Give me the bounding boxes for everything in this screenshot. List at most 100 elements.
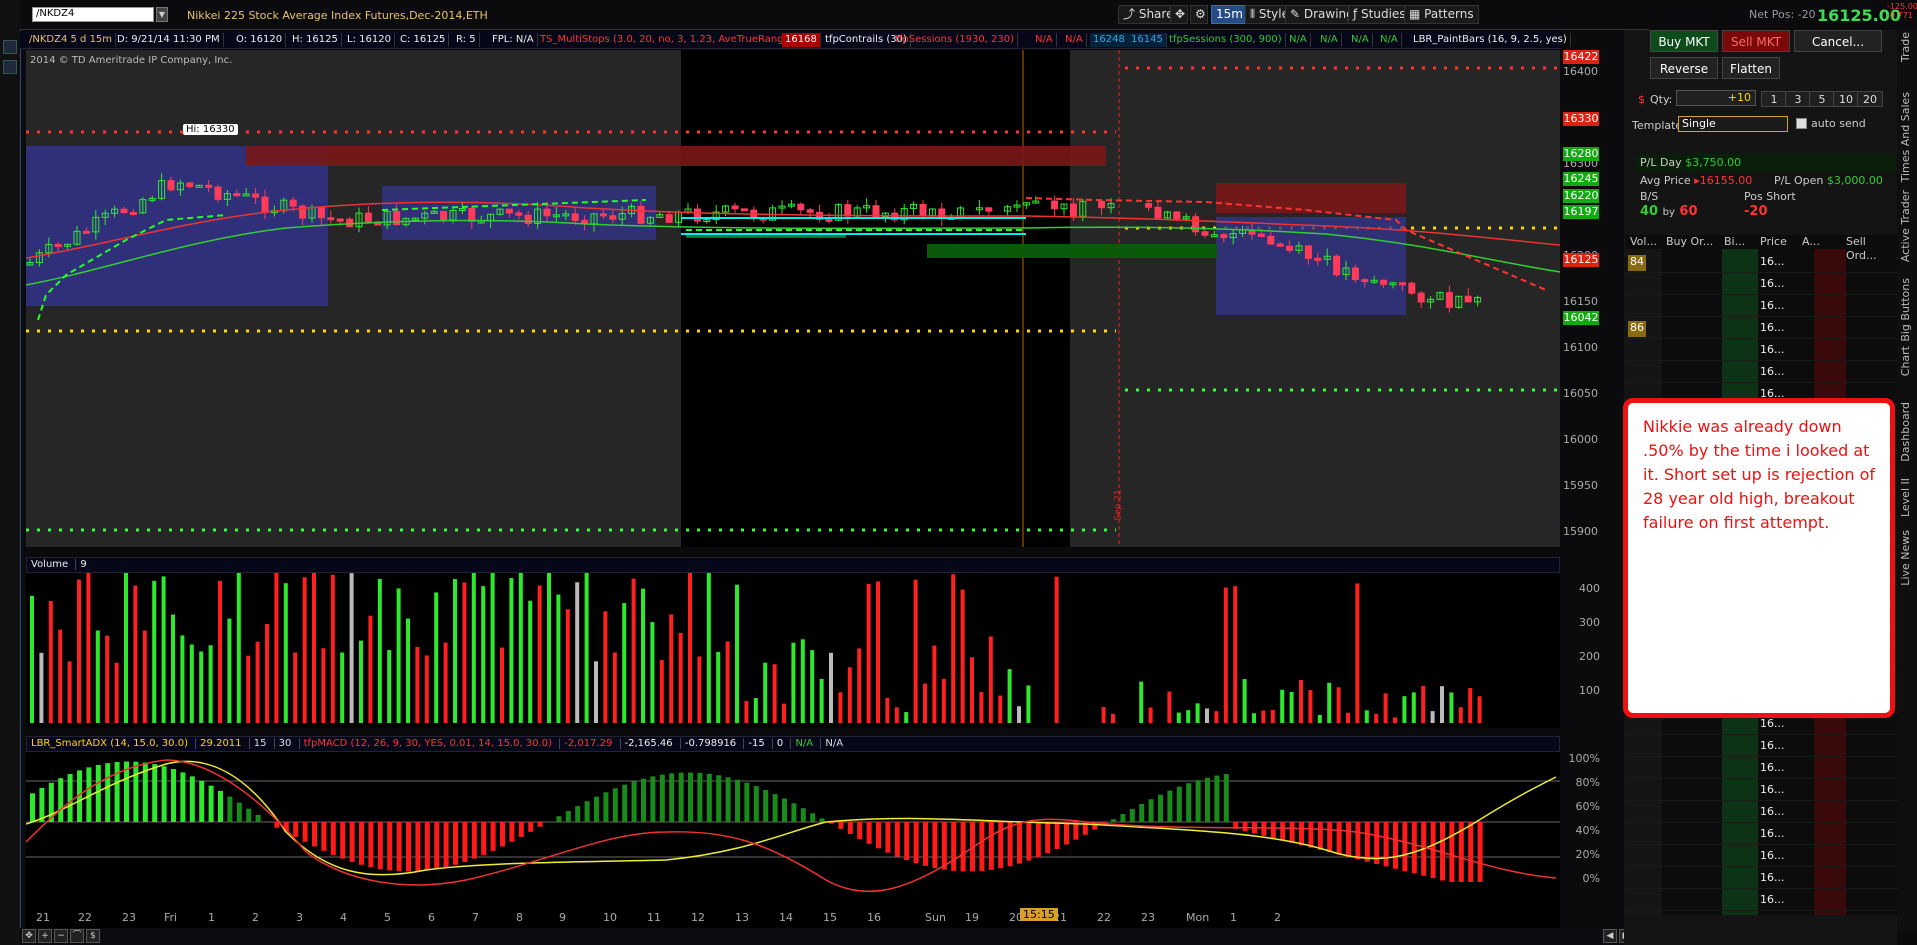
symbol-dropdown-icon[interactable]: ▼	[156, 7, 168, 22]
side-tab[interactable]: Chart	[1899, 346, 1915, 376]
side-tab[interactable]: Active Trader	[1899, 190, 1915, 262]
patterns-button[interactable]: ▦ Patterns	[1404, 5, 1479, 24]
candle-body	[1304, 245, 1312, 259]
sessions-study-2[interactable]: tfpSessions (300, 900)	[1166, 33, 1286, 47]
toolbar-icon[interactable]	[3, 60, 17, 74]
interval-button[interactable]: 15m	[1211, 5, 1248, 24]
ladder-row[interactable]: 84 16...	[1626, 251, 1897, 273]
adx-bar	[1364, 822, 1370, 862]
ladder-column-header[interactable]: Bi...	[1724, 235, 1745, 249]
adx-bar	[434, 822, 440, 870]
volume-chart[interactable]	[26, 573, 1560, 728]
ladder-column-header[interactable]: A...	[1802, 235, 1820, 249]
thinkorswim-window: /NKDZ4 ▼ Nikkei 225 Stock Average Index …	[0, 0, 1917, 945]
scroll-left-icon[interactable]: ◀	[1603, 929, 1617, 943]
volume-bar	[697, 656, 702, 723]
adx-bar	[1355, 822, 1361, 860]
volume-bar	[735, 584, 739, 723]
candle-body	[505, 208, 513, 214]
sessions-study-1[interactable]: tfpSessions (1930, 230)	[892, 33, 1019, 47]
paintbars-study[interactable]: LBR_PaintBars (16, 9, 2.5, yes)	[1410, 33, 1571, 47]
adx-bar	[744, 782, 750, 822]
ladder-row[interactable]: 16...	[1626, 295, 1897, 317]
volume-bar	[293, 652, 298, 723]
qty-preset-button[interactable]: 10	[1833, 91, 1859, 107]
adx-bar	[885, 822, 891, 853]
bs-value: 40 by 60	[1640, 204, 1698, 219]
time-axis[interactable]: 21 22 23 Fri 1 2 3 4 5 6 7 8 9 10 11 12 13 14 15 16 Sun 19 20 2…	[26, 907, 1560, 928]
side-tab[interactable]: Trade	[1899, 32, 1915, 62]
candle-body	[120, 208, 128, 214]
studies-button[interactable]: ƒ Studies	[1348, 5, 1411, 24]
adx-bar	[509, 822, 515, 842]
qty-preset-button[interactable]: 5	[1809, 91, 1835, 107]
flatten-button[interactable]: Flatten	[1722, 57, 1780, 79]
template-select[interactable]: Single	[1678, 116, 1788, 132]
qty-preset-button[interactable]: 3	[1785, 91, 1811, 107]
volume-bar	[500, 647, 504, 723]
ladder-row[interactable]: 16...	[1626, 339, 1897, 361]
adx-bar	[1261, 822, 1267, 836]
qty-input[interactable]: +10	[1676, 90, 1756, 106]
ladder-column-header[interactable]: Sell Ord...	[1846, 235, 1897, 262]
ladder-row[interactable]: 16...	[1626, 823, 1897, 845]
sell-mkt-button[interactable]: Sell MKT	[1722, 30, 1790, 52]
volume-bar	[1299, 680, 1303, 723]
wrench-icon[interactable]: ⚙	[1190, 5, 1208, 24]
volume-bar	[424, 655, 429, 723]
volume-bar	[443, 642, 448, 723]
ladder-row[interactable]: 16...	[1626, 845, 1897, 867]
adx-chart[interactable]	[26, 752, 1560, 907]
volume-bar	[1289, 692, 1294, 723]
side-tab[interactable]: Dashboard	[1899, 402, 1915, 462]
adx-bar	[913, 822, 919, 864]
toolbar-icon[interactable]	[3, 40, 17, 54]
zoom-in-icon[interactable]: +	[38, 929, 52, 943]
buy-mkt-button[interactable]: Buy MKT	[1650, 30, 1718, 52]
volume-bar	[58, 629, 63, 723]
volume-bar	[678, 632, 683, 723]
adx-bar	[894, 822, 900, 857]
side-tab[interactable]: Live News	[1899, 530, 1915, 586]
qty-preset-button[interactable]: 1	[1761, 91, 1787, 107]
qty-preset-button[interactable]: 20	[1857, 91, 1883, 107]
ladder-row[interactable]: 86 16...	[1626, 317, 1897, 339]
drawing-icon[interactable]: ⌒	[70, 929, 84, 943]
reverse-button[interactable]: Reverse	[1650, 57, 1718, 79]
price-axis[interactable]: 1640016350163001625016200161501610016050…	[1560, 50, 1600, 547]
candle-body	[82, 230, 90, 234]
dollar-icon[interactable]: $	[86, 929, 100, 943]
auto-send-checkbox[interactable]	[1796, 118, 1807, 129]
pan-icon[interactable]: ✥	[22, 929, 36, 943]
ladder-row[interactable]: 16...	[1626, 867, 1897, 889]
ladder-column-header[interactable]: Buy Or...	[1666, 235, 1713, 249]
candle-body	[1361, 279, 1369, 283]
ladder-row[interactable]: 16...	[1626, 361, 1897, 383]
candle-body	[261, 196, 269, 213]
adx-bar	[453, 822, 458, 865]
ladder-row[interactable]: 16...	[1626, 801, 1897, 823]
side-tab[interactable]: Times And Sales	[1899, 92, 1915, 182]
ladder-row[interactable]: 16...	[1626, 735, 1897, 757]
volume-bar	[1402, 696, 1407, 723]
candle-body	[440, 210, 448, 221]
ladder-column-header[interactable]: Vol...	[1630, 235, 1657, 249]
crosshair-icon[interactable]: ✥	[1170, 5, 1188, 24]
side-tab[interactable]: Level II	[1899, 478, 1915, 517]
price-chart[interactable]	[26, 50, 1560, 547]
adx-bar	[847, 822, 853, 834]
adx-bar	[218, 790, 223, 822]
ladder-row[interactable]: 16...	[1626, 757, 1897, 779]
adx-bar	[735, 779, 740, 822]
cancel-button[interactable]: Cancel...	[1794, 30, 1882, 52]
symbol-input[interactable]: /NKDZ4	[32, 7, 154, 22]
ladder-row[interactable]: 16...	[1626, 779, 1897, 801]
ladder-column-header[interactable]: Price	[1760, 235, 1787, 249]
multistops-study[interactable]: TS_MultiStops (3.0, 20, no, 3, 1.23, Ave…	[537, 33, 798, 47]
ladder-row[interactable]: 16...	[1626, 889, 1897, 911]
volume-bar	[1355, 583, 1360, 723]
zoom-out-icon[interactable]: −	[54, 929, 68, 943]
adx-bar	[678, 772, 684, 822]
side-tab[interactable]: Big Buttons	[1899, 278, 1915, 342]
ladder-row[interactable]: 16...	[1626, 273, 1897, 295]
